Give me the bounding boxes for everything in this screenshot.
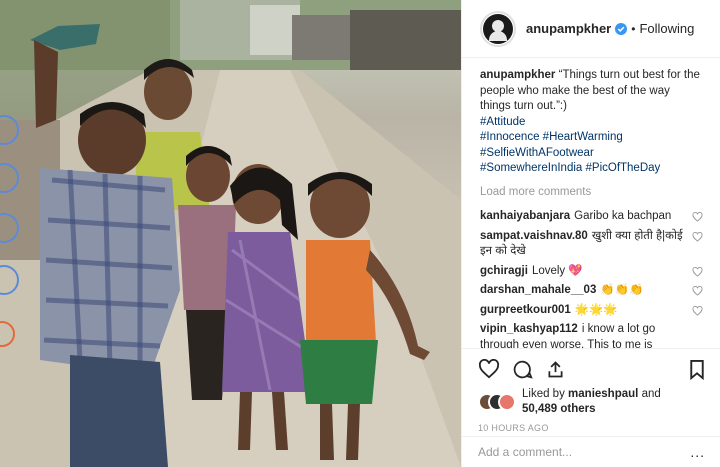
verified-badge-icon [615, 22, 628, 35]
avatar[interactable] [480, 10, 516, 47]
comment-row: kanhaiyabanjara Garibo ka bachpan [480, 209, 703, 225]
comment-like-heart-icon[interactable] [692, 212, 703, 222]
following-button[interactable]: Following [639, 21, 694, 36]
header-username[interactable]: anupampkher [526, 21, 611, 36]
heart-icon[interactable] [478, 359, 500, 379]
photo-illustration [0, 0, 461, 467]
comment-icon[interactable] [512, 359, 533, 380]
comment-text: Lovely 💖 [531, 264, 583, 277]
comment-text: 👏👏👏 [600, 284, 644, 296]
liked-by-prefix: Liked by [522, 388, 565, 400]
share-icon[interactable] [545, 359, 566, 380]
hashtag-link[interactable]: #SomewhereInIndia [480, 162, 582, 174]
comments-section: anupampkher “Things turn out best for th… [462, 58, 720, 348]
bookmark-icon[interactable] [689, 359, 705, 380]
post-photo[interactable] [0, 0, 461, 467]
comment-like-heart-icon[interactable] [692, 305, 703, 316]
comment-username[interactable]: gchiragji [480, 265, 528, 277]
header-separator: • [631, 21, 636, 36]
comment-row: vipin_kashyap112 i know a lot go through … [480, 322, 703, 348]
comment-text: Garibo ka bachpan [574, 210, 672, 222]
hashtag-link[interactable]: #HeartWarming [543, 131, 623, 143]
liked-by-user[interactable]: manieshpaul [568, 388, 638, 400]
comment-username[interactable]: sampat.vaishnav.80 [480, 230, 588, 242]
more-options-icon[interactable]: ... [690, 444, 705, 460]
caption-username[interactable]: anupampkher [480, 69, 555, 81]
add-comment-input[interactable]: Add a comment... [478, 445, 572, 459]
comment-username[interactable]: kanhaiyabanjara [480, 210, 570, 222]
comment-username[interactable]: gurpreetkour001 [480, 304, 571, 316]
hashtag-link[interactable]: #Attitude [480, 115, 703, 131]
comment-row: gurpreetkour001 🌟🌟🌟 [480, 303, 703, 319]
post-timestamp: 10 HOURS AGO [478, 423, 549, 433]
comment-username[interactable]: vipin_kashyap112 [480, 323, 578, 335]
hashtag-link[interactable]: #SelfieWithAFootwear [480, 146, 703, 162]
comment-row: sampat.vaishnav.80 खुशी क्या होती है|कोई … [480, 229, 703, 260]
likes-summary: Liked by manieshpaul and 50,489 others [478, 387, 705, 417]
post-header: anupampkher • Following [462, 0, 720, 58]
likes-count[interactable]: 50,489 others [522, 403, 596, 415]
comment-username[interactable]: darshan_mahale__03 [480, 284, 596, 296]
comment-text: 🌟🌟🌟 [574, 303, 618, 316]
comment-row: darshan_mahale__03 👏👏👏 [480, 283, 703, 299]
comment-like-heart-icon[interactable] [692, 231, 703, 242]
comment-like-heart-icon[interactable] [692, 286, 703, 296]
caption: anupampkher “Things turn out best for th… [480, 68, 703, 177]
action-bar: Liked by manieshpaul and 50,489 others 1… [462, 348, 720, 448]
post-sidebar: anupampkher • Following anupampkher “Thi… [461, 0, 720, 467]
comment-like-heart-icon[interactable] [692, 266, 703, 277]
liked-by-and: and [641, 388, 661, 400]
liker-avatars [478, 393, 516, 411]
comment-row: gchiragji Lovely 💖 [480, 264, 703, 280]
add-comment-bar: Add a comment... ... [462, 436, 720, 467]
hashtag-link[interactable]: #Innocence [480, 131, 539, 143]
hashtag-link[interactable]: #PicOfTheDay [586, 162, 661, 174]
load-more-comments-link[interactable]: Load more comments [480, 185, 703, 201]
